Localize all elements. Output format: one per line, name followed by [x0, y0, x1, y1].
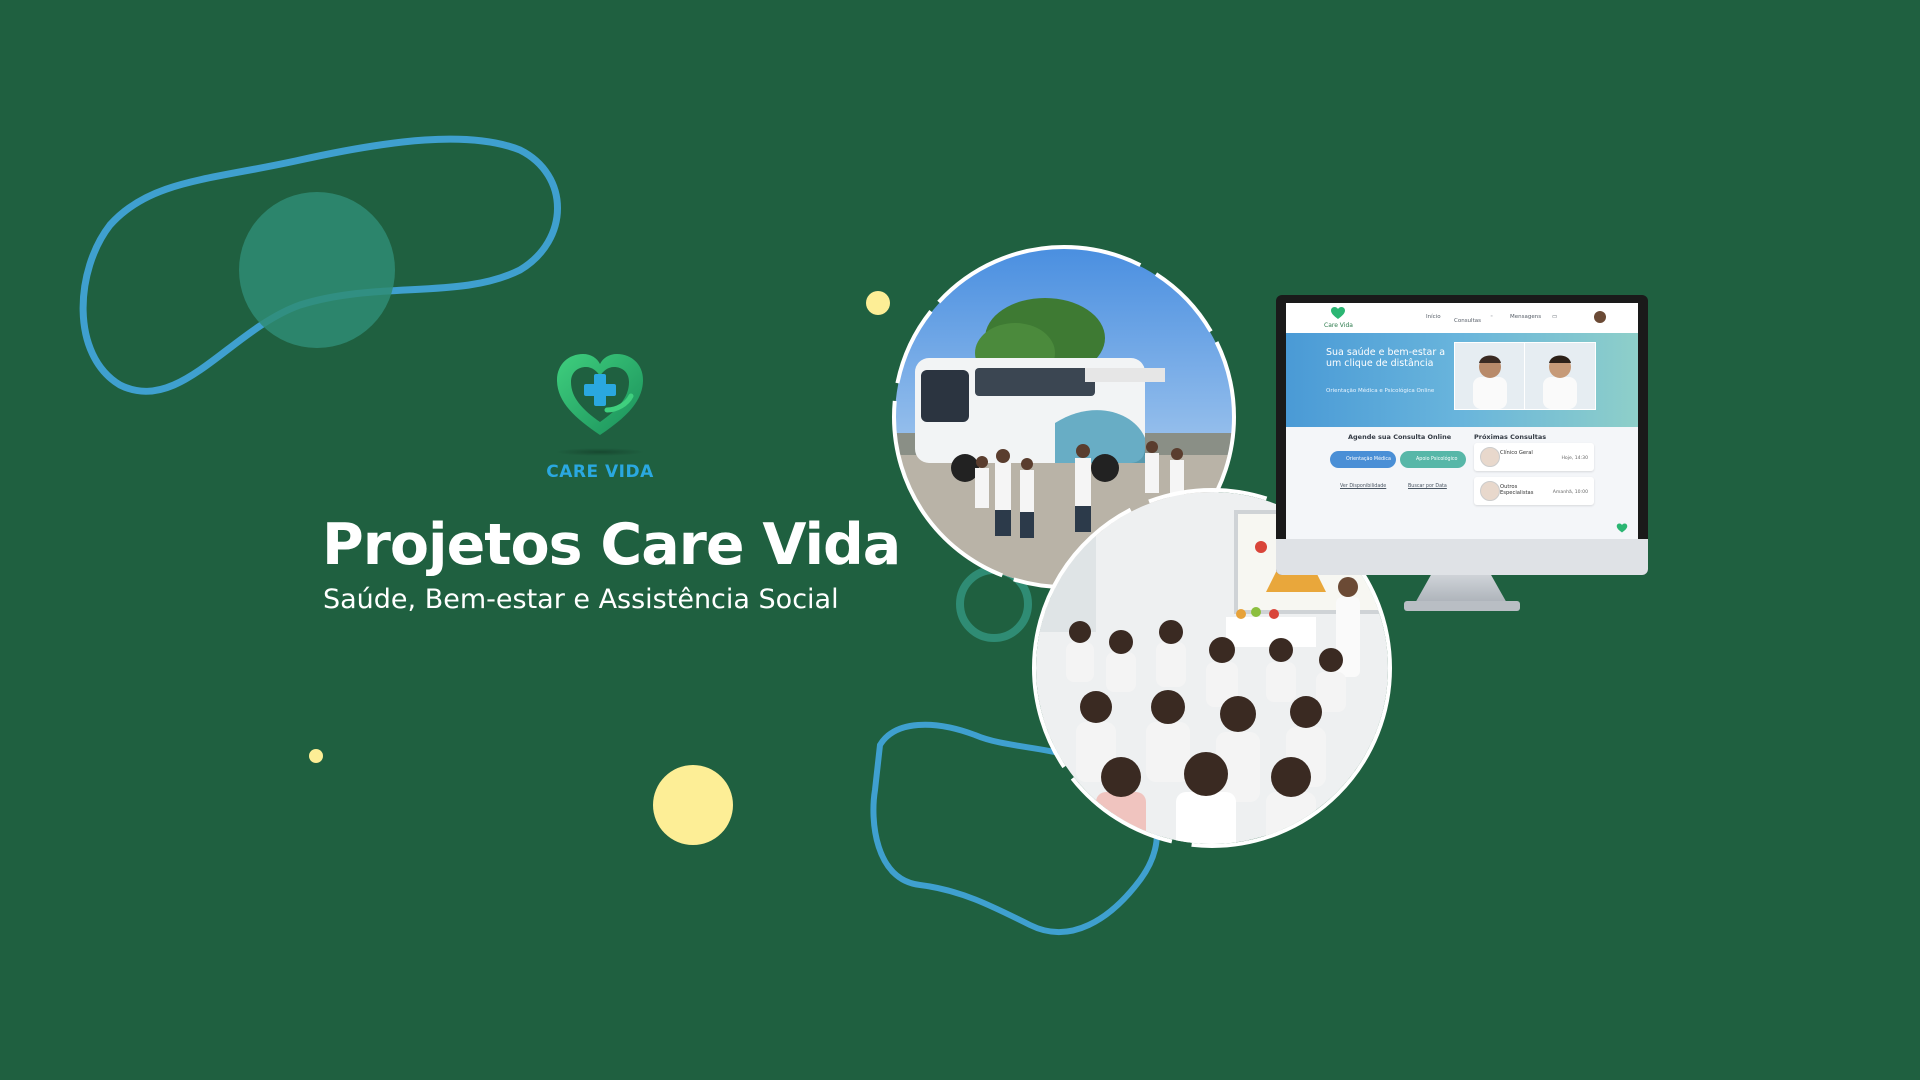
nav-inicio[interactable]: Início — [1426, 314, 1441, 320]
doctor-avatar — [1480, 481, 1500, 501]
user-avatar[interactable] — [1594, 311, 1606, 323]
monitor-screen: Care Vida Início Consultas ◦ Mensagens ▭… — [1286, 303, 1638, 539]
appointment-time: Amanhã, 10:00 — [1552, 490, 1588, 495]
schedule-title: Agende sua Consulta Online — [1348, 433, 1452, 441]
medical-guidance-button[interactable]: Orientação Médica — [1330, 451, 1396, 468]
app-brand: Care Vida — [1324, 322, 1353, 329]
desktop-monitor-mockup: Care Vida Início Consultas ◦ Mensagens ▭… — [1276, 295, 1648, 617]
appointment-name: Clínico Geral — [1500, 450, 1533, 456]
app-hero-banner: Sua saúde e bem-estar a um clique de dis… — [1286, 333, 1638, 427]
app-hero-title: Sua saúde e bem-estar a um clique de dis… — [1326, 347, 1446, 369]
app-navbar: Care Vida Início Consultas ◦ Mensagens ▭ — [1286, 303, 1638, 334]
help-heart-icon[interactable] — [1616, 519, 1628, 533]
appointment-card[interactable]: Outros Especialistas Amanhã, 10:00 — [1474, 477, 1594, 505]
search-date-link[interactable]: Buscar por Data — [1408, 484, 1447, 489]
psych-support-button[interactable]: Apoio Psicológico — [1400, 451, 1466, 468]
chat-icon[interactable]: ▭ — [1552, 314, 1557, 320]
nav-user-icon[interactable]: ◦ — [1490, 314, 1493, 320]
appointment-time: Hoje, 14:30 — [1561, 456, 1588, 461]
doctor-photo-1 — [1454, 342, 1526, 410]
appointment-card[interactable]: Clínico Geral Hoje, 14:30 — [1474, 443, 1594, 471]
appointment-name: Outros Especialistas — [1500, 484, 1534, 496]
availability-link[interactable]: Ver Disponibilidade — [1340, 484, 1386, 489]
monitor-stand-base — [1404, 601, 1520, 611]
app-hero-subtitle: Orientação Médica e Psicológica Online — [1326, 388, 1435, 394]
monitor-chin — [1276, 539, 1648, 575]
nav-mensagens[interactable]: Mensagens — [1510, 314, 1541, 320]
doctor-photo-2 — [1524, 342, 1596, 410]
upcoming-title: Próximas Consultas — [1474, 433, 1547, 441]
app-logo-icon — [1331, 307, 1345, 319]
nav-consultas[interactable]: Consultas — [1454, 318, 1481, 324]
doctor-avatar — [1480, 447, 1500, 467]
